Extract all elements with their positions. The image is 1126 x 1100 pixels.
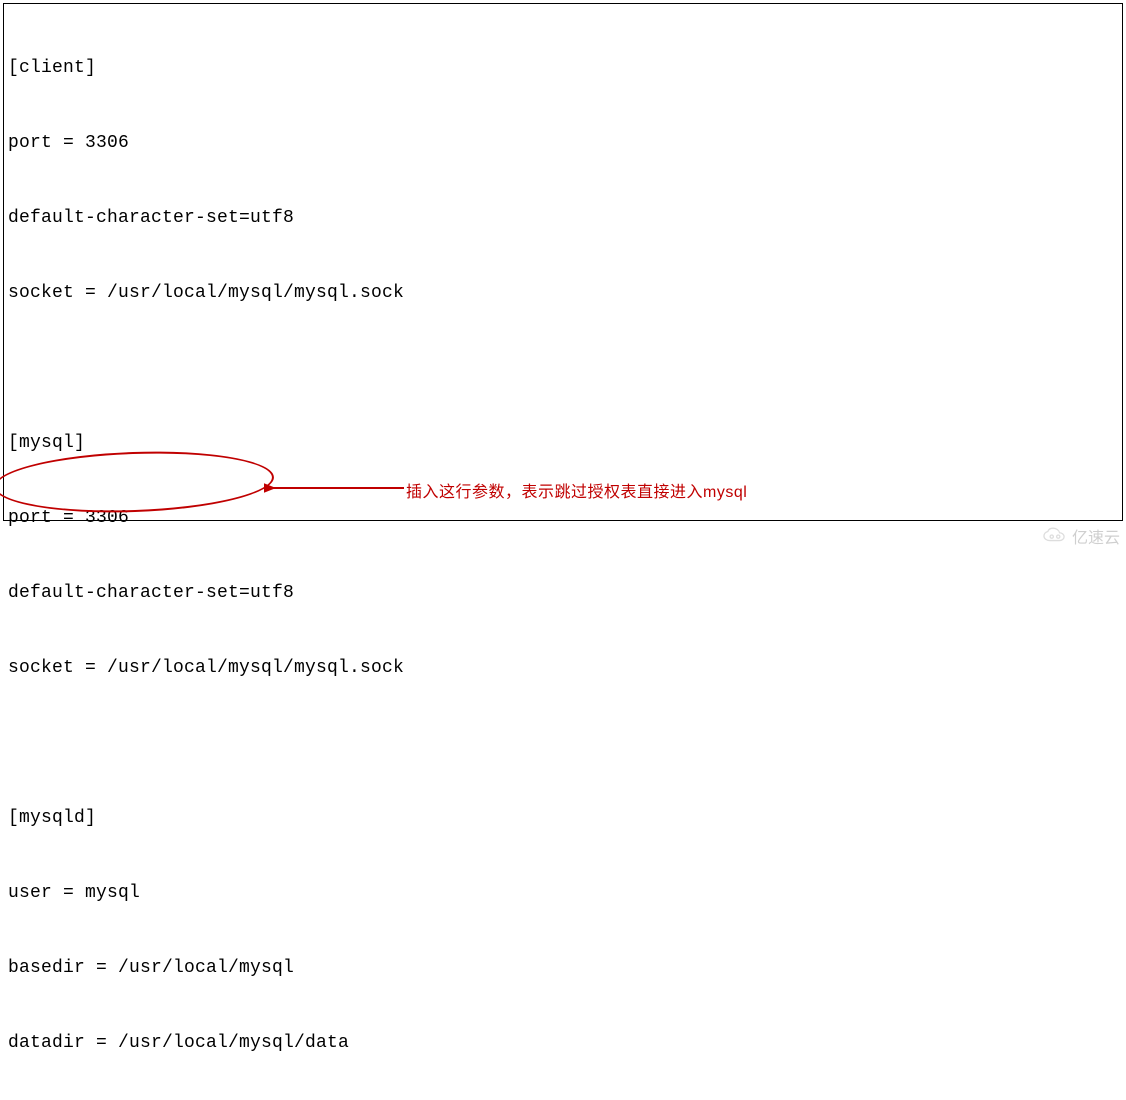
watermark-text: 亿速云	[1072, 524, 1120, 548]
cfg-line: [mysqld]	[8, 806, 1118, 831]
cfg-blank	[8, 731, 1118, 756]
annotation-text: 插入这行参数，表示跳过授权表直接进入mysql	[406, 478, 747, 502]
cfg-blank	[8, 356, 1118, 381]
cfg-line: socket = /usr/local/mysql/mysql.sock	[8, 281, 1118, 306]
cfg-line: datadir = /usr/local/mysql/data	[8, 1031, 1118, 1056]
watermark: 亿速云	[1042, 524, 1120, 548]
cfg-line: socket = /usr/local/mysql/mysql.sock	[8, 656, 1118, 681]
cfg-line: default-character-set=utf8	[8, 206, 1118, 231]
cfg-line: default-character-set=utf8	[8, 581, 1118, 606]
cloud-icon	[1042, 527, 1068, 545]
config-file-box: [client] port = 3306 default-character-s…	[3, 3, 1123, 521]
cfg-line: [client]	[8, 56, 1118, 81]
cfg-line: user = mysql	[8, 881, 1118, 906]
cfg-line: [mysql]	[8, 431, 1118, 456]
cfg-line: port = 3306	[8, 131, 1118, 156]
cfg-line: basedir = /usr/local/mysql	[8, 956, 1118, 981]
cfg-line: port = 3306	[8, 506, 1118, 531]
